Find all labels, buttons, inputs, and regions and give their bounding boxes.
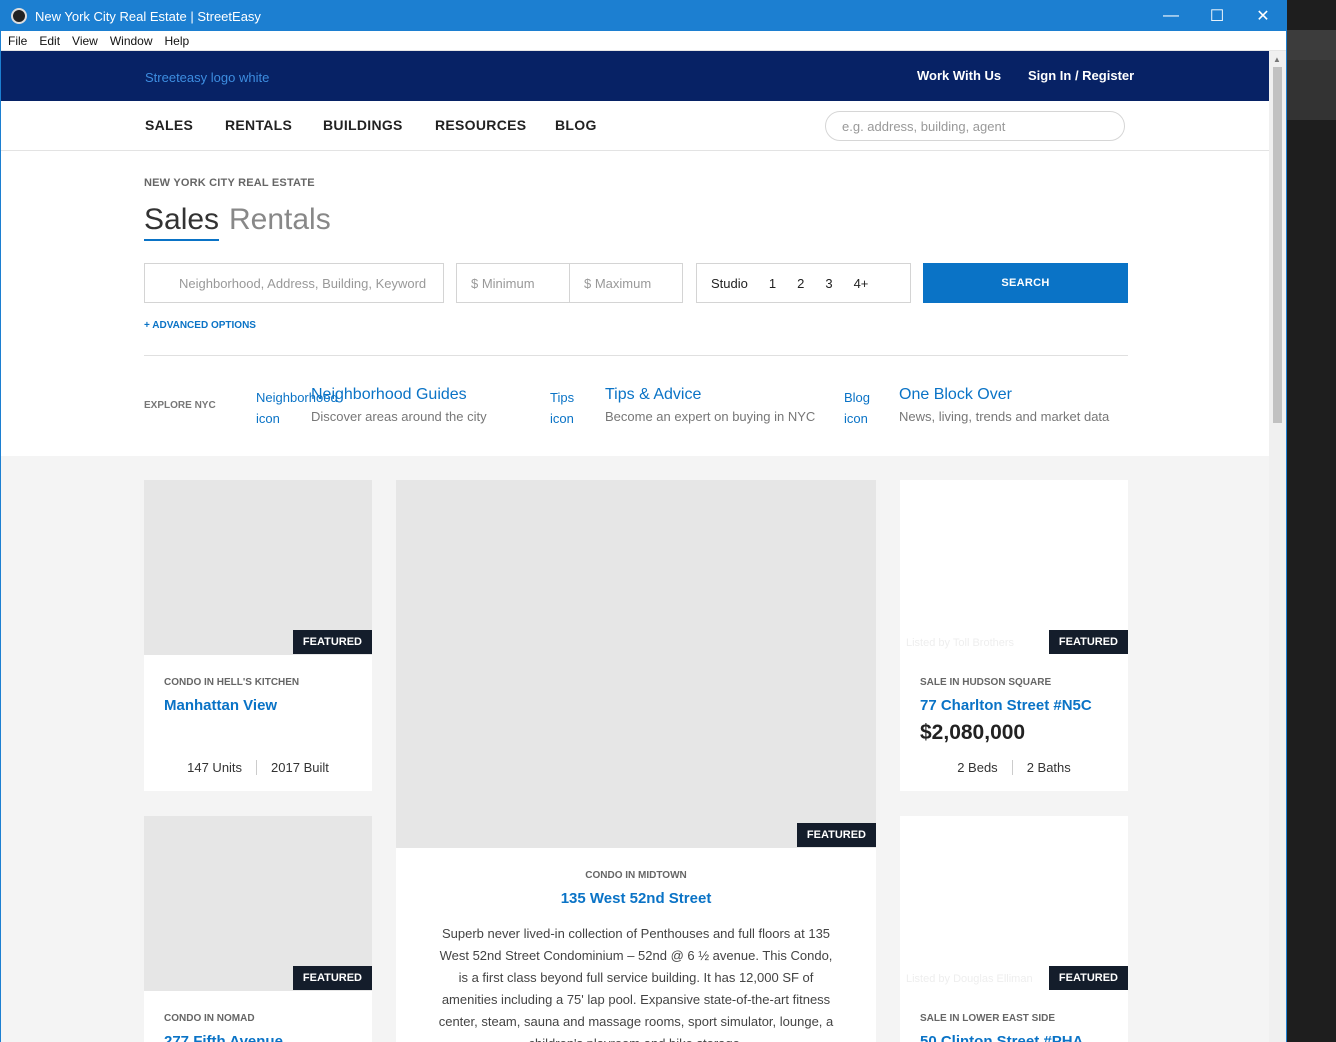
listing-image[interactable] (900, 816, 1128, 991)
menu-view[interactable]: View (65, 34, 103, 48)
listing-stats: 147 Units 2017 Built (144, 760, 372, 775)
price-max-input[interactable]: $ Maximum (569, 264, 682, 302)
baths-stat: 2 Baths (1011, 760, 1085, 775)
listing-card-50-clinton[interactable]: Listed by Douglas Elliman FEATURED SALE … (900, 816, 1128, 1042)
listing-description: Superb never lived-in collection of Pent… (438, 926, 834, 1042)
bed-option-1[interactable]: 1 (748, 276, 776, 291)
listing-image[interactable] (144, 480, 372, 655)
page-viewport: Streeteasy logo white Work With Us Sign … (1, 51, 1269, 1042)
nav-blog[interactable]: BLOG (555, 117, 597, 133)
one-block-over-subtitle: News, living, trends and market data (899, 409, 1110, 424)
tips-advice-subtitle: Become an expert on buying in NYC (605, 409, 816, 424)
bed-option-2[interactable]: 2 (776, 276, 804, 291)
featured-badge: FEATURED (796, 823, 876, 847)
app-icon (11, 8, 27, 24)
maximize-button[interactable]: ☐ (1194, 1, 1240, 31)
menu-window[interactable]: Window (103, 34, 158, 48)
bed-option-3[interactable]: 3 (804, 276, 832, 291)
tab-sales[interactable]: Sales (144, 203, 220, 241)
listing-image[interactable] (900, 480, 1128, 655)
work-with-us-link[interactable]: Work With Us (917, 68, 1001, 83)
bed-option-4plus[interactable]: 4+ (833, 276, 869, 291)
neighborhood-guides-subtitle: Discover areas around the city (311, 409, 487, 424)
built-stat: 2017 Built (256, 760, 343, 775)
menu-bar: File Edit View Window Help (1, 31, 1286, 51)
featured-badge: FEATURED (292, 966, 372, 990)
listed-by-label: Listed by Douglas Elliman (906, 973, 1033, 985)
listing-type: CONDO IN HELL'S KITCHEN (164, 677, 300, 688)
top-navigation: Streeteasy logo white Work With Us Sign … (1, 51, 1269, 101)
one-block-over-link[interactable]: One Block Over (899, 386, 1012, 404)
tips-advice-link[interactable]: Tips & Advice (605, 386, 701, 404)
listing-card-135-west-52nd[interactable]: FEATURED CONDO IN MIDTOWN 135 West 52nd … (396, 480, 876, 1042)
listing-card-277-fifth[interactable]: FEATURED CONDO IN NOMAD 277 Fifth Avenue (144, 816, 372, 1042)
nav-sales[interactable]: SALES (145, 117, 193, 133)
listing-image[interactable] (396, 480, 876, 848)
listing-type: CONDO IN NOMAD (164, 1013, 255, 1024)
menu-file[interactable]: File (1, 34, 32, 48)
global-search-input[interactable]: e.g. address, building, agent (825, 111, 1125, 141)
listing-name[interactable]: Manhattan View (164, 697, 277, 714)
price-range: $ Minimum $ Maximum (456, 263, 683, 303)
scroll-up-arrow-icon[interactable]: ▲ (1273, 55, 1281, 64)
tips-icon: Tips icon (550, 390, 575, 426)
listing-name[interactable]: 135 West 52nd Street (396, 890, 876, 907)
background-window-strip (1287, 30, 1336, 60)
menu-edit[interactable]: Edit (32, 34, 65, 48)
featured-badge: FEATURED (292, 630, 372, 654)
main-navigation: SALES RENTALS BUILDINGS RESOURCES BLOG e… (1, 101, 1269, 151)
neighborhood-guides-link[interactable]: Neighborhood Guides (311, 386, 467, 404)
title-bar: New York City Real Estate | StreetEasy —… (1, 1, 1286, 31)
featured-badge: FEATURED (1048, 630, 1128, 654)
sign-in-link[interactable]: Sign In / Register (1028, 68, 1134, 83)
price-min-input[interactable]: $ Minimum (457, 264, 569, 302)
featured-badge: FEATURED (1048, 966, 1128, 990)
listing-card-77-charlton[interactable]: Listed by Toll Brothers FEATURED SALE IN… (900, 480, 1128, 791)
listing-price: $2,080,000 (920, 721, 1026, 744)
listing-card-manhattan-view[interactable]: FEATURED CONDO IN HELL'S KITCHEN Manhatt… (144, 480, 372, 791)
vertical-scrollbar[interactable]: ▲ (1269, 51, 1286, 1042)
menu-help[interactable]: Help (158, 34, 195, 48)
close-button[interactable]: ✕ (1240, 1, 1286, 31)
minimize-button[interactable]: — (1148, 1, 1194, 31)
listing-name[interactable]: 50 Clinton Street #PHA (920, 1033, 1083, 1042)
nav-buildings[interactable]: BUILDINGS (323, 117, 403, 133)
listing-name[interactable]: 277 Fifth Avenue (164, 1033, 283, 1042)
search-button[interactable]: SEARCH (923, 263, 1128, 303)
desktop-background (1287, 0, 1336, 1042)
tab-rentals[interactable]: Rentals (229, 203, 331, 237)
advanced-options-link[interactable]: + ADVANCED OPTIONS (144, 320, 256, 331)
background-window-strip (1287, 60, 1336, 120)
divider (144, 355, 1128, 356)
beds-stat: 2 Beds (957, 760, 998, 775)
bed-option-studio[interactable]: Studio (697, 276, 748, 291)
listing-image[interactable] (144, 816, 372, 991)
nav-rentals[interactable]: RENTALS (225, 117, 292, 133)
explore-label: EXPLORE NYC (144, 400, 216, 411)
search-hero: NEW YORK CITY REAL ESTATE Sales Rentals … (1, 151, 1269, 456)
listing-type: CONDO IN MIDTOWN (585, 870, 687, 881)
nav-resources[interactable]: RESOURCES (435, 117, 526, 133)
scrollbar-thumb[interactable] (1273, 67, 1282, 423)
units-stat: 147 Units (187, 760, 243, 775)
listing-stats: 2 Beds 2 Baths (900, 760, 1128, 775)
page-kicker: NEW YORK CITY REAL ESTATE (144, 177, 315, 189)
streeteasy-logo[interactable]: Streeteasy logo white (145, 70, 269, 85)
listing-type: SALE IN LOWER EAST SIDE (920, 1013, 1056, 1024)
blog-icon: Blog icon (844, 390, 871, 426)
bedroom-selector: Studio 1 2 3 4+ (696, 263, 911, 303)
listing-name[interactable]: 77 Charlton Street #N5C (920, 697, 1092, 714)
keyword-search-input[interactable]: Neighborhood, Address, Building, Keyword (144, 263, 444, 303)
window-title: New York City Real Estate | StreetEasy (35, 8, 261, 24)
neighborhood-icon: Neighborhood icon (256, 390, 338, 426)
listed-by-label: Listed by Toll Brothers (906, 637, 1015, 649)
listing-type: SALE IN HUDSON SQUARE (920, 677, 1052, 688)
